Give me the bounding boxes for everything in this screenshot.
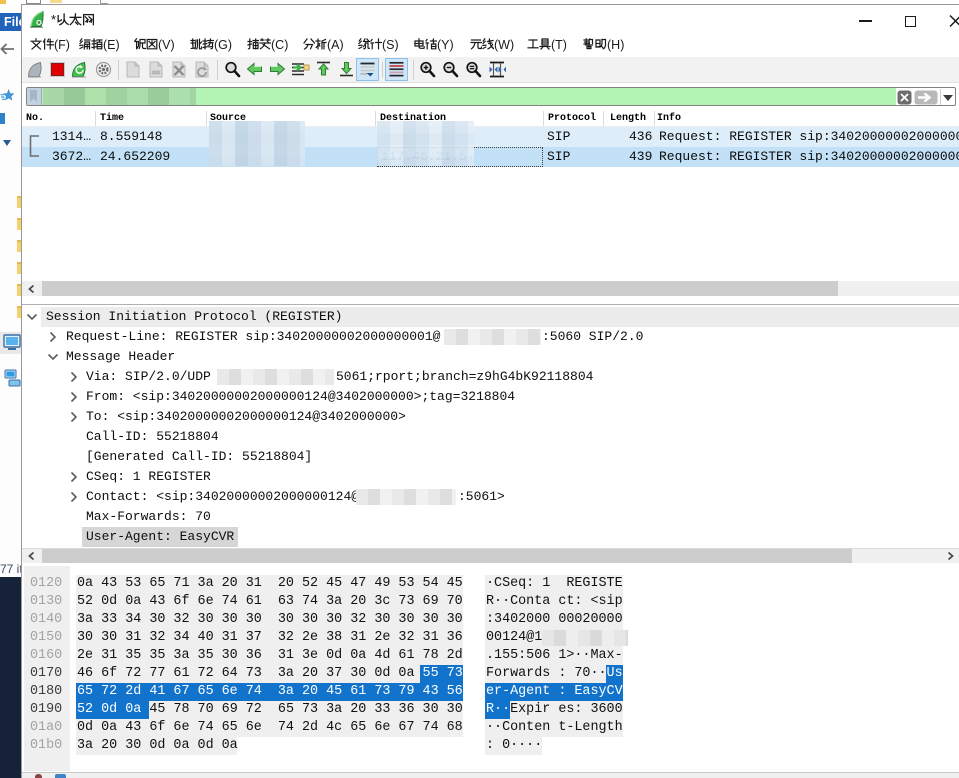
svg-text:010: 010 xyxy=(152,70,160,75)
